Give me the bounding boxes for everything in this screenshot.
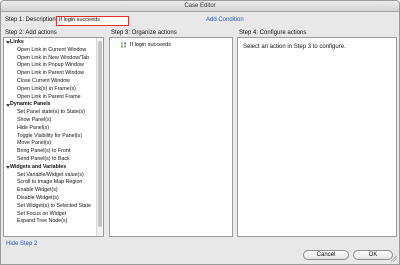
step1-label: Step 1: Description [5,17,56,23]
actions-list-panel: Links Open Link in Current Window Open Lin… [3,37,104,237]
action-item[interactable]: Disable Widget(s) [4,195,97,203]
configure-hint: Select an action in Step 3 to configure. [243,44,346,50]
action-item[interactable]: Open Link in Current Window [4,47,97,55]
case-icon [121,42,126,48]
scrollbar-thumb[interactable] [98,41,102,227]
action-item[interactable]: Set Widget(s) to Selected State [4,203,97,211]
category-row[interactable]: Dynamic Panels [4,101,97,109]
action-item[interactable]: Open Link in New Window/Tab [4,55,97,63]
action-item[interactable]: Open Link in Parent Window [4,70,97,78]
action-item[interactable]: Scroll to Image Map Region [4,179,97,187]
action-item[interactable]: Set Panel state(s) to State(s) [4,109,97,117]
category-row[interactable]: Links [4,39,97,47]
action-item[interactable]: Hide Panel(s) [4,125,97,133]
ok-button[interactable]: OK [353,250,393,260]
action-item[interactable]: Send Panel(s) to Back [4,156,97,164]
organize-actions-panel: If login succeeds [109,37,233,237]
window-title: Case Editor [1,1,399,12]
step3-header: Step 3: Organize actions [111,30,177,36]
expand-triangle-icon[interactable] [5,41,10,45]
action-item[interactable]: Close Current Window [4,78,97,86]
step2-header: Step 2: Add actions [5,30,57,36]
hide-step2-link[interactable]: Hide Step 2 [6,241,37,247]
description-input[interactable]: If login succeeds [56,16,129,26]
resize-grip-icon[interactable] [390,255,397,262]
cancel-button[interactable]: Cancel [303,250,349,260]
case-editor-window: Case Editor Step 1: Description If login… [0,0,400,265]
action-item[interactable]: Open Link(s) in Frame(s) [4,86,97,94]
configure-actions-panel: Select an action in Step 3 to configure. [237,37,397,237]
category-row[interactable]: Widgets and Variables [4,164,97,172]
action-item[interactable]: Open Link in Popup Window [4,62,97,70]
actions-scrollbar[interactable] [96,38,103,236]
expand-triangle-icon[interactable] [5,166,10,170]
add-condition-link[interactable]: Add Condition [206,17,244,23]
action-item[interactable]: Bring Panel(s) to Front [4,148,97,156]
step4-header: Step 4: Configure actions [239,30,307,36]
action-item[interactable]: Set Variable/Widget value(s) [4,172,97,180]
category-label: Dynamic Panels [10,101,51,108]
action-item[interactable]: Open Link in Parent Frame [4,94,97,102]
action-item[interactable]: Expand Tree Node(s) [4,218,97,226]
category-label: Widgets and Variables [10,163,67,170]
action-item[interactable]: Move Panel(s) [4,140,97,148]
action-item[interactable]: Toggle Visibility for Panel(s) [4,133,97,141]
category-label: Links [10,39,24,45]
action-item[interactable]: Set Focus on Widget [4,211,97,219]
actions-tree: Links Open Link in Current Window Open Lin… [4,39,97,226]
case-label: If login succeeds [130,42,171,48]
expand-triangle-icon[interactable] [5,103,10,107]
action-item[interactable]: Enable Widget(s) [4,187,97,195]
action-item[interactable]: Show Panel(s) [4,117,97,125]
